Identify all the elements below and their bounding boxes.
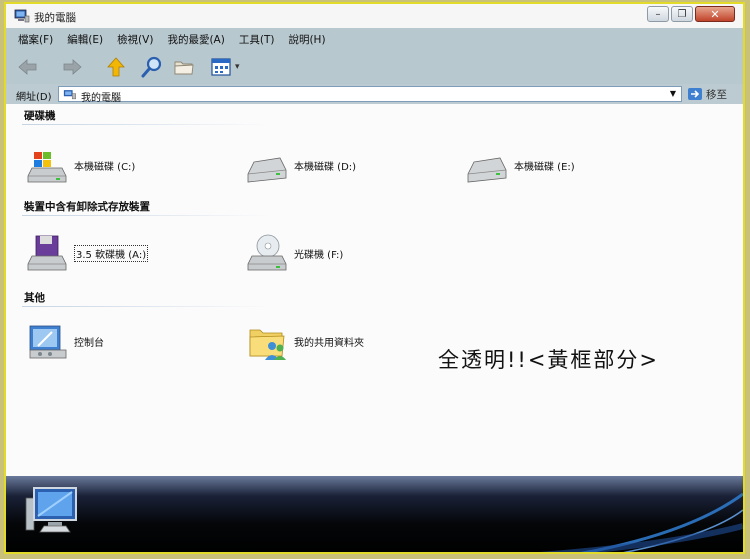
control-panel-icon bbox=[29, 325, 67, 359]
drive-d-label: 本機磁碟 (D:) bbox=[294, 162, 357, 173]
go-label: 移至 bbox=[706, 88, 727, 101]
drive-e-label: 本機磁碟 (E:) bbox=[514, 162, 575, 173]
views-icon[interactable] bbox=[210, 55, 234, 79]
title-bar[interactable]: 我的電腦 – ❐ ✕ bbox=[6, 4, 743, 28]
group-title-other: 其他 bbox=[24, 292, 45, 304]
go-button[interactable]: 移至 bbox=[688, 86, 727, 102]
folders-icon[interactable] bbox=[172, 55, 196, 79]
back-arrow-icon[interactable] bbox=[16, 55, 40, 79]
window-controls: – ❐ ✕ bbox=[645, 6, 735, 24]
window-title: 我的電腦 bbox=[34, 12, 76, 24]
address-value: 我的電腦 bbox=[81, 93, 121, 104]
close-button[interactable]: ✕ bbox=[695, 6, 735, 22]
minimize-button[interactable]: – bbox=[647, 6, 669, 22]
computer-logo-icon bbox=[25, 487, 77, 533]
menu-help[interactable]: 說明(H) bbox=[288, 32, 325, 47]
restore-button[interactable]: ❐ bbox=[671, 6, 693, 22]
menu-tools[interactable]: 工具(T) bbox=[239, 32, 275, 47]
group-title-removable: 裝置中含有卸除式存放裝置 bbox=[24, 201, 150, 213]
cd-f-label: 光碟機 (F:) bbox=[294, 250, 344, 261]
my-computer-icon bbox=[14, 9, 30, 23]
hard-drive-icon bbox=[247, 157, 287, 183]
group-divider bbox=[22, 306, 272, 307]
go-arrow-icon bbox=[688, 88, 702, 100]
my-computer-icon bbox=[63, 90, 76, 100]
group-divider bbox=[22, 124, 272, 125]
menu-edit[interactable]: 編輯(E) bbox=[67, 32, 103, 47]
menu-bar: 檔案(F) 編輯(E) 檢視(V) 我的最愛(A) 工具(T) 說明(H) bbox=[6, 28, 743, 50]
forward-arrow-icon[interactable] bbox=[60, 55, 84, 79]
windows-drive-icon bbox=[27, 152, 67, 183]
minimize-icon: – bbox=[655, 8, 661, 20]
content-area: 硬碟機 本機磁碟 (C:) 本機磁碟 (D:) 本機磁碟 (E:) 裝置中含有卸… bbox=[6, 104, 743, 476]
restore-icon: ❐ bbox=[677, 8, 687, 20]
search-icon[interactable] bbox=[140, 55, 164, 79]
up-folder-icon[interactable] bbox=[104, 55, 128, 79]
address-label: 網址(D) bbox=[16, 92, 52, 103]
swoosh-decoration bbox=[539, 492, 743, 552]
cd-drive-icon bbox=[247, 234, 287, 271]
menu-view[interactable]: 檢視(V) bbox=[117, 32, 153, 47]
bottom-panel bbox=[6, 476, 743, 552]
drive-c-label: 本機磁碟 (C:) bbox=[74, 162, 136, 173]
explorer-window: 我的電腦 – ❐ ✕ 檔案(F) 編輯(E) 檢視(V) 我的最愛(A) 工具(… bbox=[4, 2, 745, 554]
address-bar: 網址(D) 我的電腦 ▼ 移至 bbox=[6, 84, 743, 104]
floppy-drive-icon bbox=[27, 235, 67, 271]
group-title-hard-drives: 硬碟機 bbox=[24, 110, 56, 122]
annotation-text: 全透明!!<黃框部分> bbox=[438, 348, 660, 372]
toolbar: ▾ bbox=[6, 50, 743, 84]
menu-favorites[interactable]: 我的最愛(A) bbox=[167, 32, 224, 47]
floppy-a-label: 3.5 軟碟機 (A:) bbox=[74, 245, 149, 262]
address-input[interactable]: 我的電腦 ▼ bbox=[58, 86, 682, 104]
menu-file[interactable]: 檔案(F) bbox=[18, 32, 53, 47]
address-dropdown-icon[interactable]: ▼ bbox=[667, 88, 679, 100]
group-divider bbox=[22, 215, 272, 216]
hard-drive-icon bbox=[467, 157, 507, 183]
shared-folder-label: 我的共用資料夾 bbox=[294, 338, 364, 349]
shared-folder-icon bbox=[249, 329, 286, 360]
views-dropdown-icon[interactable]: ▾ bbox=[235, 62, 240, 72]
control-panel-label: 控制台 bbox=[74, 338, 104, 349]
close-icon: ✕ bbox=[710, 7, 720, 21]
